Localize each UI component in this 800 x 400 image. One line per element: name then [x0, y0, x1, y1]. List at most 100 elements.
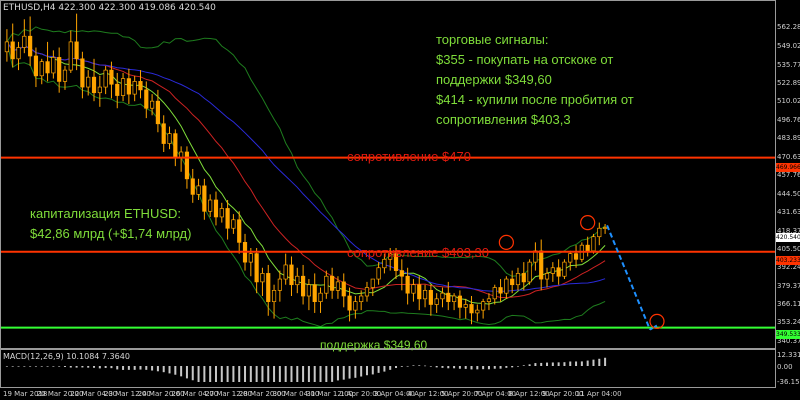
candle-body — [515, 273, 521, 286]
macd-bar — [174, 366, 177, 375]
candle-body — [190, 178, 195, 195]
candle-body — [556, 267, 561, 277]
highlight-circle — [498, 234, 514, 250]
y-tick-label: 457.760 — [777, 170, 800, 179]
candle-body — [109, 69, 114, 85]
candle-body — [370, 278, 375, 288]
candle-body — [469, 304, 474, 314]
last-price-tag: 420.540 — [776, 233, 800, 242]
candle-body — [132, 81, 137, 95]
candle-body — [434, 298, 439, 305]
macd-bar — [220, 366, 223, 382]
candle-body — [364, 287, 370, 297]
macd-bar — [58, 366, 61, 367]
macd-bar — [244, 366, 247, 382]
macd-bar — [278, 366, 281, 382]
candle-body — [498, 287, 503, 294]
symbol-header: ETHUSD,H4 422.300 422.300 419.086 420.54… — [3, 3, 216, 13]
y-tick-label: 431.630 — [777, 207, 800, 216]
candle-body — [184, 151, 190, 180]
candle-body — [341, 281, 346, 297]
candle-body — [138, 81, 143, 91]
y-tick-label: 522.895 — [777, 78, 800, 87]
macd-bar — [331, 366, 334, 382]
macd-bar — [63, 366, 66, 367]
macd-bar — [185, 366, 188, 379]
macd-bar — [319, 366, 322, 382]
candle-body — [544, 273, 550, 280]
macd-bar — [87, 366, 90, 368]
macd-bar — [238, 366, 241, 382]
candle-body — [97, 86, 102, 94]
cap-annotation: капитализация ETHUSD: $42,86 млрд (+$1,7… — [30, 204, 191, 244]
candle-body — [161, 123, 166, 144]
cap-line: $42,86 млрд (+$1,74 млрд) — [30, 226, 192, 241]
macd-bar — [470, 366, 473, 370]
macd-bar — [435, 366, 438, 368]
macd-bar — [580, 361, 583, 366]
macd-bar — [458, 366, 461, 369]
candle-body — [597, 227, 602, 238]
candle-body — [312, 284, 317, 302]
candle-body — [57, 57, 62, 82]
candle-body — [306, 284, 311, 297]
macd-bar — [557, 362, 560, 366]
macd-bar — [46, 366, 49, 367]
candle-body — [457, 295, 462, 308]
macd-bar — [168, 366, 171, 374]
candle-body — [213, 199, 219, 218]
candle-body — [376, 267, 381, 280]
macd-bar — [273, 366, 276, 382]
resistance-470-label: сопротивление $470 — [347, 149, 471, 164]
macd-bar — [302, 366, 305, 382]
macd-bar — [284, 366, 287, 382]
macd-bar — [29, 366, 32, 367]
candle-body — [173, 133, 178, 158]
candle-body — [16, 47, 21, 60]
macd-bar — [145, 366, 148, 370]
macd-bar — [354, 366, 357, 378]
y-tick-label: 549.025 — [777, 42, 800, 51]
macd-bar — [232, 366, 235, 382]
candle-body — [510, 278, 515, 286]
candle-body — [301, 275, 306, 297]
candle-body — [440, 292, 445, 300]
candle-body — [103, 69, 108, 88]
macd-bar — [23, 366, 26, 367]
macd-bar — [214, 366, 217, 382]
macd-bar — [40, 366, 43, 367]
candle-body — [382, 258, 387, 269]
macd-bar — [406, 365, 409, 367]
macd-bar — [151, 366, 154, 371]
candle-body — [550, 267, 555, 274]
macd-bar — [464, 366, 467, 369]
y-tick-label: 535.770 — [777, 60, 800, 69]
candle-body — [39, 61, 44, 77]
candle-body — [208, 199, 213, 212]
candle-body — [452, 295, 457, 302]
macd-bar — [162, 366, 165, 373]
macd-bar — [307, 366, 310, 382]
candle-body — [289, 264, 294, 286]
macd-bar — [11, 366, 14, 367]
macd-tick: -36.1567 — [777, 378, 800, 386]
macd-bar — [52, 366, 55, 367]
price-tag-470: 469.966 — [776, 163, 800, 172]
candle-body — [573, 253, 579, 260]
macd-bar — [505, 366, 508, 368]
signals-annotation: торговые сигналы: $355 - покупать на отс… — [436, 30, 634, 130]
y-tick-label: 405.500 — [777, 244, 800, 253]
macd-bar — [522, 365, 525, 366]
candle-body — [591, 236, 596, 252]
candle-body — [22, 35, 27, 48]
macd-bar — [313, 366, 316, 382]
macd-bar — [569, 361, 572, 366]
macd-bar — [377, 366, 380, 373]
macd-bar — [342, 366, 345, 380]
macd-bar — [493, 366, 496, 369]
cap-line: капитализация ETHUSD: — [30, 206, 181, 221]
candle-body — [271, 290, 277, 302]
macd-bar — [383, 366, 386, 372]
macd-bar — [575, 361, 578, 366]
macd-bar — [191, 366, 194, 381]
